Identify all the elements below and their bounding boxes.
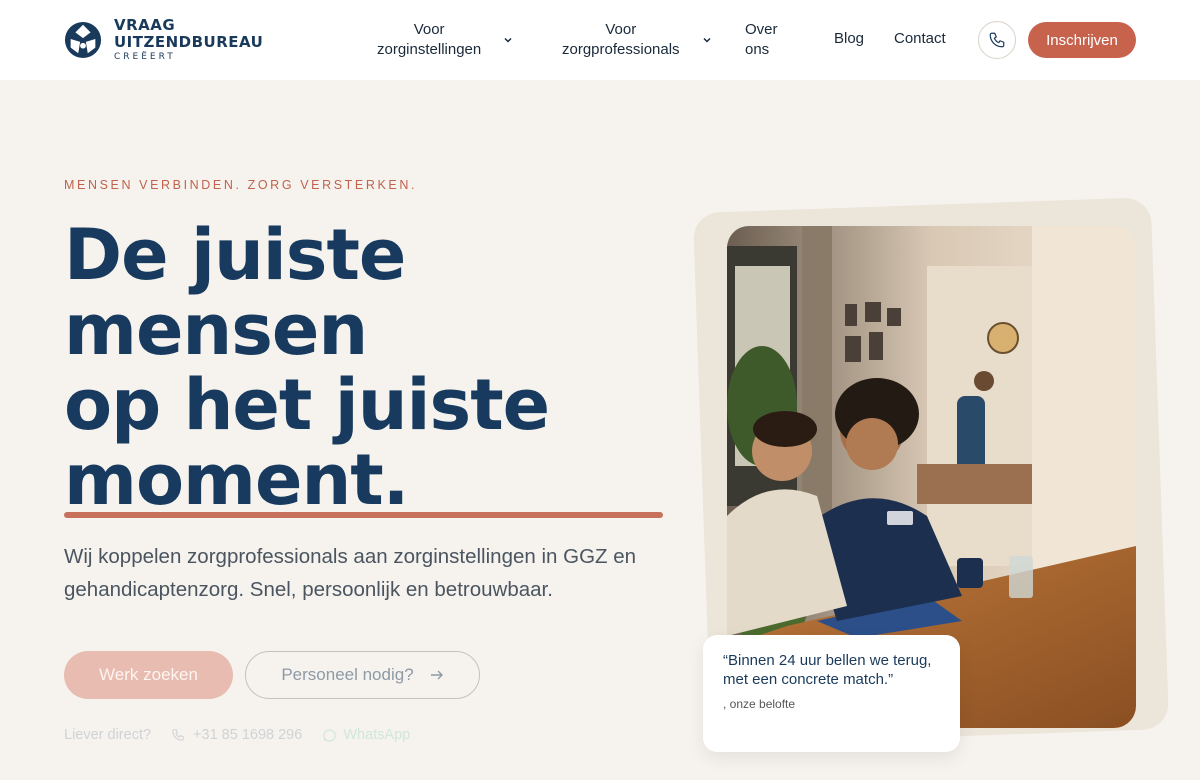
phone-icon <box>989 32 1005 48</box>
direct-contact: Liever direct? +31 85 1698 296 WhatsApp <box>64 727 410 743</box>
logo-text-vraag: VRAAG <box>114 16 176 34</box>
hero-lead: Wij koppelen zorgprofessionals aan zorgi… <box>64 545 637 601</box>
headline-underline <box>64 512 663 518</box>
nav-label: zorginstellingen <box>377 41 482 58</box>
hero-headline: De juiste mensen op het juiste moment. <box>64 214 550 521</box>
nav-item-blog[interactable]: Blog <box>834 30 864 47</box>
nav-label: zorgprofessionals <box>562 41 680 58</box>
logo-text-uitzendbureau: UITZENDBUREAU <box>114 33 264 51</box>
nav-item-zorginstellingen[interactable]: Voor zorginstellingen <box>377 20 513 60</box>
nav-label: Blog <box>834 30 865 47</box>
logo-icon <box>64 21 102 59</box>
signup-button[interactable]: Inschrijven <box>1028 22 1136 58</box>
nav-label: Voor <box>605 21 637 38</box>
direct-phone-number: +31 85 1698 296 <box>193 727 303 743</box>
phone-icon <box>172 729 184 741</box>
whatsapp-label: WhatsApp <box>343 727 411 743</box>
logo[interactable]: VRAAG UITZENDBUREAU CREËERT <box>64 18 263 62</box>
headline-line: De juiste <box>64 214 406 296</box>
nav-item-over-ons[interactable]: Over ons <box>745 20 778 60</box>
whatsapp-link[interactable]: WhatsApp <box>322 727 410 743</box>
headline-line: mensen <box>64 289 368 371</box>
logo-tagline: CREËERT <box>114 52 176 62</box>
quote-text: “Binnen 24 uur bellen we terug, met een … <box>723 652 932 688</box>
find-work-button[interactable]: Werk zoeken <box>64 651 233 699</box>
headline-line: op het juiste <box>64 364 550 446</box>
nav-label: ons <box>745 41 770 58</box>
promise-quote-card: “Binnen 24 uur bellen we terug, met een … <box>703 635 960 752</box>
need-staff-button[interactable]: Personeel nodig? <box>245 651 480 699</box>
chevron-down-icon <box>703 37 711 43</box>
direct-label: Liever direct? <box>64 727 152 743</box>
need-staff-label: Personeel nodig? <box>281 665 414 684</box>
nav-label: Contact <box>894 30 946 47</box>
nav-item-zorgprofessionals[interactable]: Voor zorgprofessionals <box>562 20 712 60</box>
chevron-down-icon <box>504 37 512 43</box>
nav-label: Over <box>745 21 778 38</box>
site-header: VRAAG UITZENDBUREAU CREËERT Voor zorgins… <box>0 0 1200 80</box>
direct-phone-link[interactable]: +31 85 1698 296 <box>171 727 302 743</box>
hero-eyebrow: MENSEN VERBINDEN. ZORG VERSTERKEN. <box>64 178 418 192</box>
headline-line: moment. <box>64 439 409 521</box>
quote-attribution: , onze belofte <box>723 697 796 711</box>
arrow-right-icon <box>430 670 443 680</box>
whatsapp-icon <box>323 728 336 742</box>
phone-button[interactable] <box>978 21 1016 59</box>
nav-item-contact[interactable]: Contact <box>894 30 946 47</box>
nav-label: Voor <box>413 21 445 38</box>
